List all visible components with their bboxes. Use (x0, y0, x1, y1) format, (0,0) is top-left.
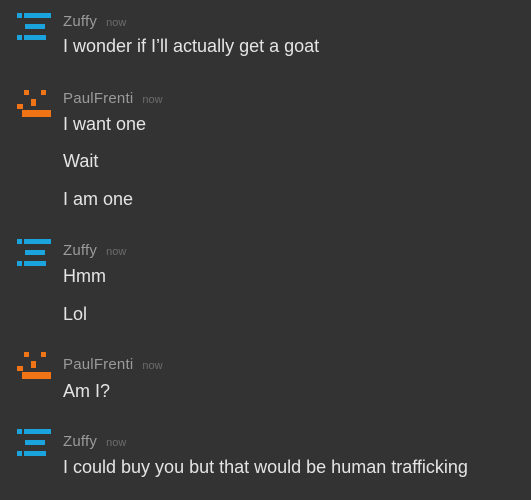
username[interactable]: PaulFrenti (63, 356, 133, 373)
message-header: PaulFrenti now (63, 90, 163, 108)
message-text: Wait (63, 151, 99, 171)
blue-identicon-icon (17, 429, 51, 456)
avatar[interactable] (17, 239, 51, 271)
avatar[interactable] (17, 90, 51, 122)
username[interactable]: PaulFrenti (63, 90, 133, 107)
orange-identicon-icon (17, 352, 51, 379)
timestamp: now (106, 437, 127, 449)
message-text: I could buy you but that would be human … (63, 457, 468, 477)
avatar[interactable] (17, 13, 51, 45)
username[interactable]: Zuffy (63, 13, 97, 30)
username[interactable]: Zuffy (63, 242, 97, 259)
message-text: Hmm (63, 266, 106, 286)
message-text: Am I? (63, 381, 111, 401)
avatar[interactable] (17, 429, 51, 461)
timestamp: now (142, 360, 163, 372)
username[interactable]: Zuffy (63, 433, 97, 450)
message-header: PaulFrenti now (63, 356, 163, 374)
timestamp: now (106, 246, 127, 258)
message-header: Zuffy now (63, 13, 126, 31)
timestamp: now (106, 17, 127, 29)
message-header: Zuffy now (63, 433, 126, 451)
avatar[interactable] (17, 352, 51, 384)
message-text: I want one (63, 114, 147, 134)
timestamp: now (142, 94, 163, 106)
blue-identicon-icon (17, 13, 51, 40)
chat-log: Zuffy now I wonder if I’ll actually get a… (0, 0, 531, 500)
orange-identicon-icon (17, 90, 51, 117)
blue-identicon-icon (17, 239, 51, 266)
message-text: Lol (63, 304, 88, 324)
message-text: I am one (63, 189, 134, 209)
message-text: I wonder if I’ll actually get a goat (63, 36, 320, 56)
message-header: Zuffy now (63, 242, 126, 260)
